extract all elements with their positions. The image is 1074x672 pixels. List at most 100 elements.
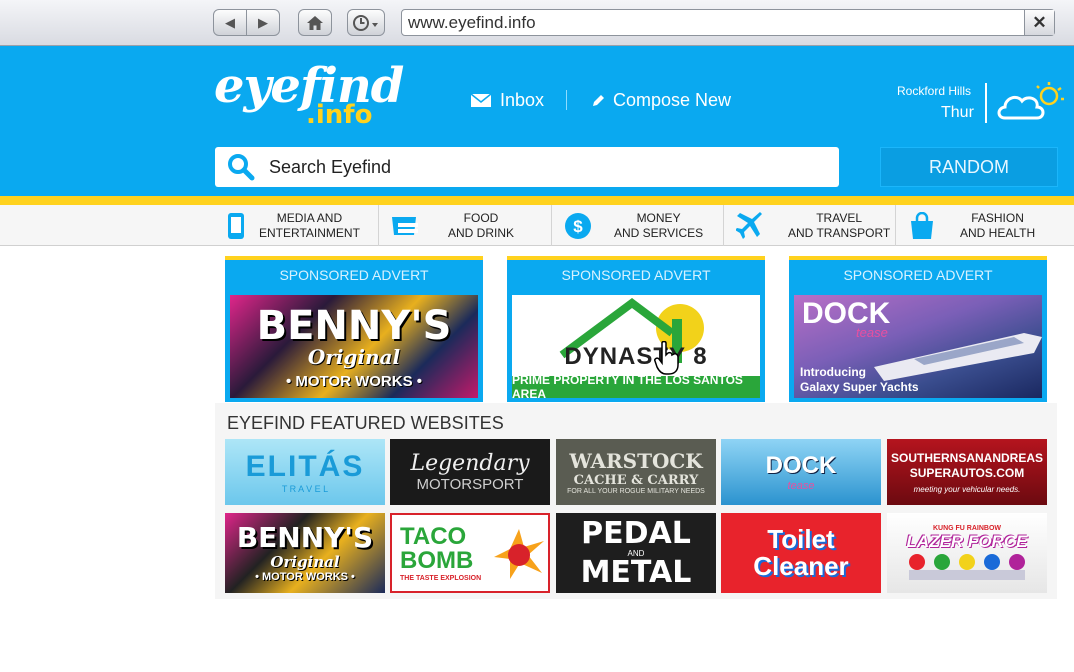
tile-line1: ELITÁS bbox=[245, 450, 365, 483]
tile-line2: Original bbox=[270, 553, 340, 571]
stop-button[interactable]: ✕ bbox=[1024, 10, 1054, 35]
category-separator bbox=[378, 205, 379, 246]
tile-line1: SOUTHERNSANANDREAS SUPERAUTOS.COM bbox=[891, 450, 1044, 480]
tile-line1: PEDAL bbox=[581, 515, 691, 551]
category-money[interactable]: $ MONEY AND SERVICES bbox=[564, 205, 722, 246]
home-icon bbox=[307, 15, 323, 30]
sponsored-ad-dock-tease[interactable]: SPONSORED ADVERT DOCK tease Introducing … bbox=[789, 256, 1047, 402]
tile-line2: MOTORSPORT bbox=[416, 476, 524, 493]
dock-subtitle: tease bbox=[856, 325, 888, 340]
browser-toolbar: ◀ ▶ www.eyefind.info ✕ bbox=[0, 0, 1074, 46]
bennys-subtitle: Original bbox=[307, 345, 401, 369]
cloud-sun-icon bbox=[997, 82, 1064, 120]
category-travel[interactable]: TRAVEL AND TRANSPORT bbox=[736, 205, 894, 246]
inbox-label: Inbox bbox=[500, 90, 545, 110]
logo-sub-text: .info bbox=[306, 100, 373, 130]
tile-line2: THE TASTE EXPLOSION bbox=[400, 575, 482, 582]
url-text: www.eyefind.info bbox=[408, 13, 536, 32]
inbox-link[interactable]: Inbox bbox=[470, 90, 544, 111]
search-icon bbox=[228, 154, 255, 181]
featured-tile-taco-bomb[interactable]: TACO BOMB THE TASTE EXPLOSION bbox=[390, 513, 550, 593]
dock-intro: Introducing bbox=[800, 365, 866, 379]
back-button[interactable]: ◀ bbox=[214, 10, 247, 35]
category-food[interactable]: FOOD AND DRINK bbox=[390, 205, 550, 246]
sponsored-title: SPONSORED ADVERT bbox=[279, 267, 429, 283]
category-separator bbox=[551, 205, 552, 246]
yacht-icon bbox=[874, 333, 1042, 381]
featured-tile-legendary[interactable]: Legendary MOTORSPORT bbox=[390, 439, 550, 505]
featured-tile-elitas[interactable]: ELITÁS T R A V E L bbox=[225, 439, 385, 505]
featured-tile-pedal-metal[interactable]: PEDAL AND METAL bbox=[556, 513, 716, 593]
bennys-title: BENNY'S bbox=[256, 303, 452, 349]
tile-line3: METAL bbox=[580, 554, 692, 590]
plane-icon bbox=[736, 211, 762, 239]
sponsored-title: SPONSORED ADVERT bbox=[561, 267, 711, 283]
tile-line1: KUNG FU RAINBOW bbox=[932, 524, 1002, 532]
weather-divider bbox=[985, 83, 987, 123]
featured-tile-superautos[interactable]: SOUTHERNSANANDREAS SUPERAUTOS.COM meetin… bbox=[887, 439, 1047, 505]
svg-text:$: $ bbox=[573, 217, 583, 236]
nav-buttons: ◀ ▶ bbox=[213, 9, 280, 36]
history-button[interactable] bbox=[347, 9, 385, 36]
eyefind-logo[interactable]: eyefind .info bbox=[214, 58, 404, 136]
category-label: MEDIA AND ENTERTAINMENT bbox=[259, 210, 360, 240]
tile-line3: FOR ALL YOUR ROGUE MILITARY NEEDS bbox=[567, 488, 705, 495]
shopping-bag-icon bbox=[911, 211, 933, 239]
category-label: FOOD AND DRINK bbox=[448, 210, 515, 240]
dynasty8-title: DYNASTY 8 bbox=[564, 343, 708, 370]
category-media[interactable]: MEDIA AND ENTERTAINMENT bbox=[225, 205, 378, 246]
header-separator bbox=[566, 90, 567, 110]
tile-line2: Cleaner bbox=[753, 551, 849, 581]
featured-tile-toilet-cleaner[interactable]: Toilet Cleaner bbox=[721, 513, 881, 593]
header-stripe bbox=[0, 196, 1074, 205]
dynasty8-tagline: PRIME PROPERTY IN THE LOS SANTOS AREA bbox=[512, 373, 760, 398]
random-button[interactable]: RANDOM bbox=[880, 147, 1058, 187]
rangers-icon bbox=[909, 553, 1025, 580]
search-box[interactable] bbox=[215, 147, 839, 187]
tile-line3: • MOTOR WORKS • bbox=[255, 571, 355, 583]
featured-tile-warstock[interactable]: WARSTOCK CACHE & CARRY FOR ALL YOUR ROGU… bbox=[556, 439, 716, 505]
pencil-icon bbox=[593, 94, 604, 106]
weather-day: Thur bbox=[941, 104, 974, 121]
featured-tile-dock-tease[interactable]: DOCK tease bbox=[721, 439, 881, 505]
tile-line1: Legendary bbox=[410, 451, 530, 476]
dock-tease-banner: DOCK tease Introducing Galaxy Super Yach… bbox=[794, 295, 1042, 398]
address-bar[interactable]: www.eyefind.info ✕ bbox=[401, 9, 1055, 36]
tile-line1: BENNY'S bbox=[236, 521, 374, 554]
dock-yachts: Galaxy Super Yachts bbox=[800, 380, 919, 394]
forward-button[interactable]: ▶ bbox=[247, 10, 279, 35]
hand-cursor-icon bbox=[654, 341, 679, 375]
tile-line2: CACHE & CARRY bbox=[573, 473, 699, 488]
category-separator bbox=[895, 205, 896, 246]
tile-line2: meeting your vehicular needs. bbox=[913, 484, 1021, 494]
tile-line2: T R A V E L bbox=[281, 484, 329, 494]
featured-title: EYEFIND FEATURED WEBSITES bbox=[227, 413, 504, 433]
envelope-icon bbox=[470, 93, 492, 107]
sponsored-ad-dynasty8[interactable]: SPONSORED ADVERT DYNASTY 8 PRIME PROPERT… bbox=[507, 256, 765, 402]
food-icon bbox=[392, 216, 418, 235]
search-input[interactable] bbox=[269, 156, 809, 178]
category-bar: MEDIA AND ENTERTAINMENT FOOD AND DRINK $… bbox=[0, 205, 1074, 246]
home-button[interactable] bbox=[298, 9, 332, 36]
featured-websites-section: EYEFIND FEATURED WEBSITES ELITÁS T R A V… bbox=[215, 403, 1057, 599]
featured-tile-lazer-force[interactable]: KUNG FU RAINBOW LAZER FORCE bbox=[887, 513, 1047, 593]
tile-line2: LAZER FORCE bbox=[906, 531, 1028, 551]
dollar-icon: $ bbox=[565, 212, 591, 239]
category-label: TRAVEL AND TRANSPORT bbox=[788, 210, 891, 240]
bennys-banner: BENNY'S Original • MOTOR WORKS • bbox=[230, 295, 478, 398]
clock-icon bbox=[353, 14, 378, 31]
compose-link[interactable]: Compose New bbox=[591, 90, 731, 111]
dynasty8-banner: DYNASTY 8 PRIME PROPERTY IN THE LOS SANT… bbox=[512, 295, 760, 398]
chili-icon bbox=[494, 529, 544, 579]
tile-line1: Toilet bbox=[767, 524, 835, 554]
tile-line1: WARSTOCK bbox=[569, 449, 703, 473]
tile-line2: tease bbox=[787, 480, 815, 492]
weather-location: Rockford Hills bbox=[897, 84, 972, 98]
sponsored-ad-bennys[interactable]: SPONSORED ADVERT BENNY'S Original • MOTO… bbox=[225, 256, 483, 402]
category-label: FASHION AND HEALTH bbox=[960, 210, 1036, 240]
compose-label: Compose New bbox=[613, 90, 732, 110]
category-fashion[interactable]: FASHION AND HEALTH bbox=[908, 205, 1058, 246]
featured-tile-bennys[interactable]: BENNY'S Original • MOTOR WORKS • bbox=[225, 513, 385, 593]
phone-icon bbox=[228, 212, 244, 239]
sponsored-title: SPONSORED ADVERT bbox=[843, 267, 993, 283]
